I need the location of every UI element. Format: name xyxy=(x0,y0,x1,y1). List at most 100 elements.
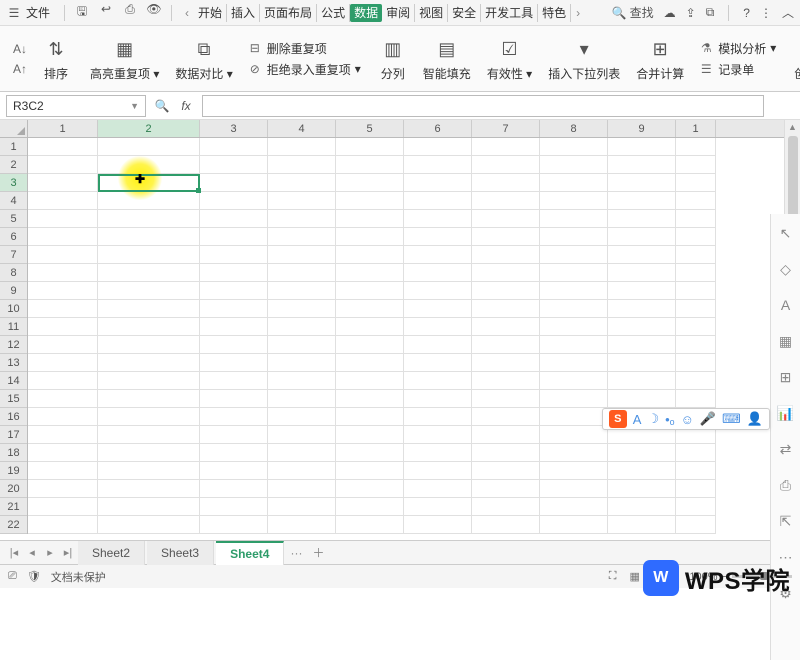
cell[interactable] xyxy=(200,498,268,516)
ime-emoji-icon[interactable]: ☺ xyxy=(681,412,694,427)
tab-layout[interactable]: 页面布局 xyxy=(260,4,317,22)
cell[interactable] xyxy=(404,480,472,498)
create-group-group[interactable]: ⊞ 创建组 xyxy=(786,29,800,89)
cell[interactable] xyxy=(540,210,608,228)
cell[interactable] xyxy=(472,210,540,228)
cell[interactable] xyxy=(268,354,336,372)
sim-analysis[interactable]: ⚗模拟分析 ▾ xyxy=(698,40,776,57)
shape-tool-icon[interactable]: ◇ xyxy=(777,260,795,278)
row-header[interactable]: 18 xyxy=(0,444,27,462)
cell[interactable] xyxy=(608,228,676,246)
cell[interactable] xyxy=(404,516,472,534)
tab-view[interactable]: 视图 xyxy=(415,4,448,22)
cell[interactable] xyxy=(404,372,472,390)
cell[interactable] xyxy=(608,462,676,480)
input-mode-icon[interactable]: ⎚ xyxy=(8,570,17,583)
row-header[interactable]: 15 xyxy=(0,390,27,408)
cell[interactable] xyxy=(200,462,268,480)
cell[interactable] xyxy=(608,300,676,318)
cell[interactable] xyxy=(472,282,540,300)
cell[interactable] xyxy=(336,462,404,480)
cell[interactable] xyxy=(28,498,98,516)
cell[interactable] xyxy=(608,354,676,372)
cell[interactable] xyxy=(336,354,404,372)
tab-devtools[interactable]: 开发工具 xyxy=(481,4,538,22)
cell[interactable] xyxy=(608,210,676,228)
cell[interactable] xyxy=(676,372,716,390)
cell[interactable] xyxy=(540,408,608,426)
cell[interactable] xyxy=(472,426,540,444)
select-tool-icon[interactable]: ↖ xyxy=(777,224,795,242)
cell[interactable] xyxy=(28,444,98,462)
cell[interactable] xyxy=(540,138,608,156)
cell[interactable] xyxy=(472,318,540,336)
cell[interactable] xyxy=(472,462,540,480)
cell[interactable] xyxy=(200,156,268,174)
row-header[interactable]: 14 xyxy=(0,372,27,390)
cell[interactable] xyxy=(268,462,336,480)
cell[interactable] xyxy=(28,246,98,264)
cell[interactable] xyxy=(472,336,540,354)
cell[interactable] xyxy=(540,192,608,210)
row-header[interactable]: 4 xyxy=(0,192,27,210)
cell[interactable] xyxy=(268,444,336,462)
cell[interactable] xyxy=(98,498,200,516)
cell[interactable] xyxy=(540,426,608,444)
print-icon[interactable]: ⎙ xyxy=(121,2,139,23)
cell[interactable] xyxy=(98,264,200,282)
ime-dot-icon[interactable]: •ₒ xyxy=(665,412,674,427)
insert-dropdown-group[interactable]: ▾ 插入下拉列表 xyxy=(540,29,628,89)
col-header[interactable]: 1 xyxy=(28,120,98,137)
cell[interactable] xyxy=(540,390,608,408)
cell[interactable] xyxy=(472,192,540,210)
table-tool-icon[interactable]: ▦ xyxy=(777,332,795,350)
cell[interactable] xyxy=(404,498,472,516)
cell[interactable] xyxy=(98,408,200,426)
cell[interactable] xyxy=(268,426,336,444)
cell[interactable] xyxy=(336,318,404,336)
cell[interactable] xyxy=(404,156,472,174)
cell[interactable] xyxy=(200,210,268,228)
cell[interactable] xyxy=(98,336,200,354)
cell[interactable] xyxy=(268,318,336,336)
cell[interactable] xyxy=(268,156,336,174)
cell[interactable] xyxy=(472,480,540,498)
cell[interactable] xyxy=(676,210,716,228)
cell[interactable] xyxy=(28,516,98,534)
cell[interactable] xyxy=(540,228,608,246)
cell[interactable] xyxy=(540,336,608,354)
cell[interactable] xyxy=(608,480,676,498)
cell[interactable] xyxy=(676,318,716,336)
cell[interactable] xyxy=(268,264,336,282)
cell[interactable] xyxy=(472,516,540,534)
fx-icon[interactable]: fx xyxy=(178,99,194,113)
cell[interactable] xyxy=(28,156,98,174)
cell[interactable] xyxy=(28,408,98,426)
cell[interactable] xyxy=(676,300,716,318)
cell[interactable] xyxy=(540,516,608,534)
name-box-dropdown-icon[interactable]: ▼ xyxy=(130,101,139,111)
cell[interactable] xyxy=(472,444,540,462)
cell[interactable] xyxy=(676,336,716,354)
sogou-logo-icon[interactable]: S xyxy=(609,410,627,428)
fullscreen-icon[interactable]: ⛶ xyxy=(609,570,617,583)
highlight-dup-group[interactable]: ▦ 高亮重复项 ▾ xyxy=(82,29,167,89)
cell[interactable] xyxy=(404,264,472,282)
cell[interactable] xyxy=(268,336,336,354)
cell[interactable] xyxy=(268,210,336,228)
cell[interactable] xyxy=(268,174,336,192)
col-header[interactable]: 5 xyxy=(336,120,404,137)
cell[interactable] xyxy=(540,372,608,390)
cell[interactable] xyxy=(608,390,676,408)
row-header[interactable]: 16 xyxy=(0,408,27,426)
tab-security[interactable]: 安全 xyxy=(448,4,481,22)
row-header[interactable]: 3 xyxy=(0,174,27,192)
cell[interactable] xyxy=(28,264,98,282)
style-tool-icon[interactable]: A xyxy=(777,296,795,314)
cell[interactable] xyxy=(98,390,200,408)
cell[interactable] xyxy=(200,444,268,462)
cell[interactable] xyxy=(268,246,336,264)
cell[interactable] xyxy=(336,498,404,516)
tab-features[interactable]: 特色 xyxy=(538,4,571,22)
cell[interactable] xyxy=(28,354,98,372)
